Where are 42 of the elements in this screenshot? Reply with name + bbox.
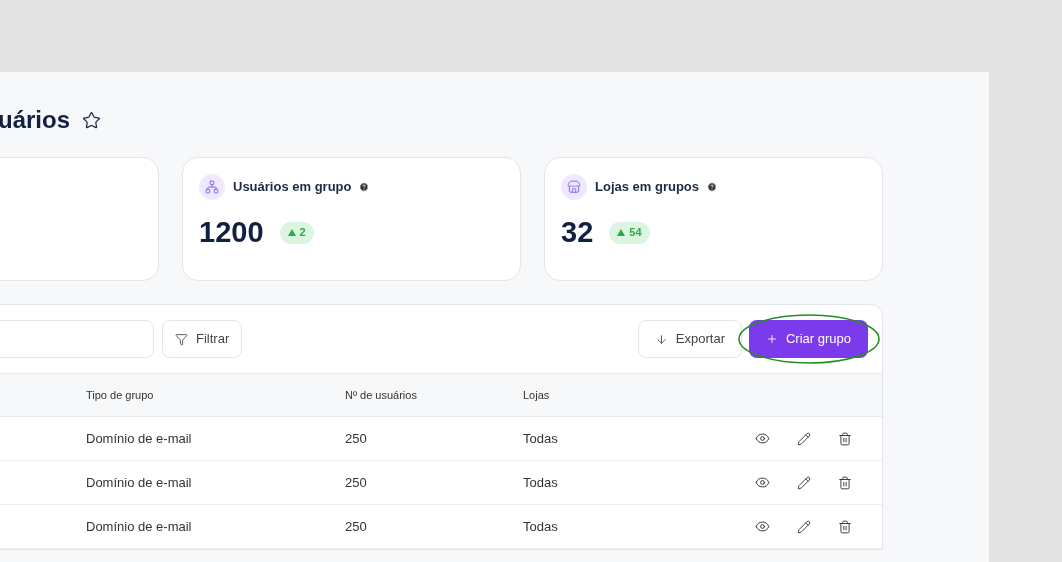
filter-button[interactable]: Filtrar bbox=[162, 320, 243, 358]
page-title: uários bbox=[0, 105, 71, 135]
change-badge: 54 bbox=[609, 221, 650, 244]
search-field[interactable] bbox=[0, 320, 154, 358]
export-button[interactable]: Exportar bbox=[637, 320, 742, 358]
column-header: Nº de usuários bbox=[345, 387, 418, 403]
filter-icon bbox=[175, 332, 188, 346]
triangle-up-icon bbox=[617, 229, 626, 236]
table-cell-text: 250 bbox=[345, 517, 368, 536]
table-cell-text: Todas bbox=[523, 473, 559, 492]
column-header: Tipo de grupo bbox=[86, 387, 155, 403]
triangle-up-icon bbox=[287, 229, 296, 236]
table-cell-text: 250 bbox=[345, 429, 368, 448]
stat-label: Lojas em grupos bbox=[595, 178, 700, 197]
arrow-down-icon bbox=[654, 332, 668, 346]
view-icon[interactable] bbox=[755, 431, 770, 446]
stat-value: 1200 bbox=[199, 218, 264, 247]
stat-label: Usuários em grupo bbox=[233, 178, 352, 197]
column-header: Lojas bbox=[523, 387, 550, 403]
network-icon bbox=[199, 174, 225, 200]
delete-icon[interactable] bbox=[838, 475, 852, 490]
change-badge: 2 bbox=[279, 221, 314, 244]
edit-icon[interactable] bbox=[797, 431, 811, 446]
edit-icon[interactable] bbox=[797, 519, 811, 534]
plus-icon bbox=[766, 333, 778, 345]
table-cell-text: Domínio de e-mail bbox=[86, 429, 193, 448]
store-icon bbox=[561, 174, 587, 200]
create-group-button[interactable]: Criar grupo bbox=[749, 320, 868, 358]
edit-icon[interactable] bbox=[797, 475, 811, 490]
help-icon[interactable] bbox=[707, 182, 718, 192]
help-icon[interactable] bbox=[359, 182, 370, 192]
table-cell-text: Domínio de e-mail bbox=[86, 517, 193, 536]
stat-value: 32 bbox=[561, 218, 594, 247]
table-cell-text: Todas bbox=[523, 517, 559, 536]
delete-icon[interactable] bbox=[838, 431, 852, 446]
view-icon[interactable] bbox=[755, 519, 770, 534]
table-cell-text: Todas bbox=[523, 429, 559, 448]
view-icon[interactable] bbox=[755, 475, 770, 490]
star-icon[interactable] bbox=[82, 110, 102, 130]
delete-icon[interactable] bbox=[838, 519, 852, 534]
table-cell-text: Domínio de e-mail bbox=[86, 473, 193, 492]
table-cell-text: 250 bbox=[345, 473, 368, 492]
